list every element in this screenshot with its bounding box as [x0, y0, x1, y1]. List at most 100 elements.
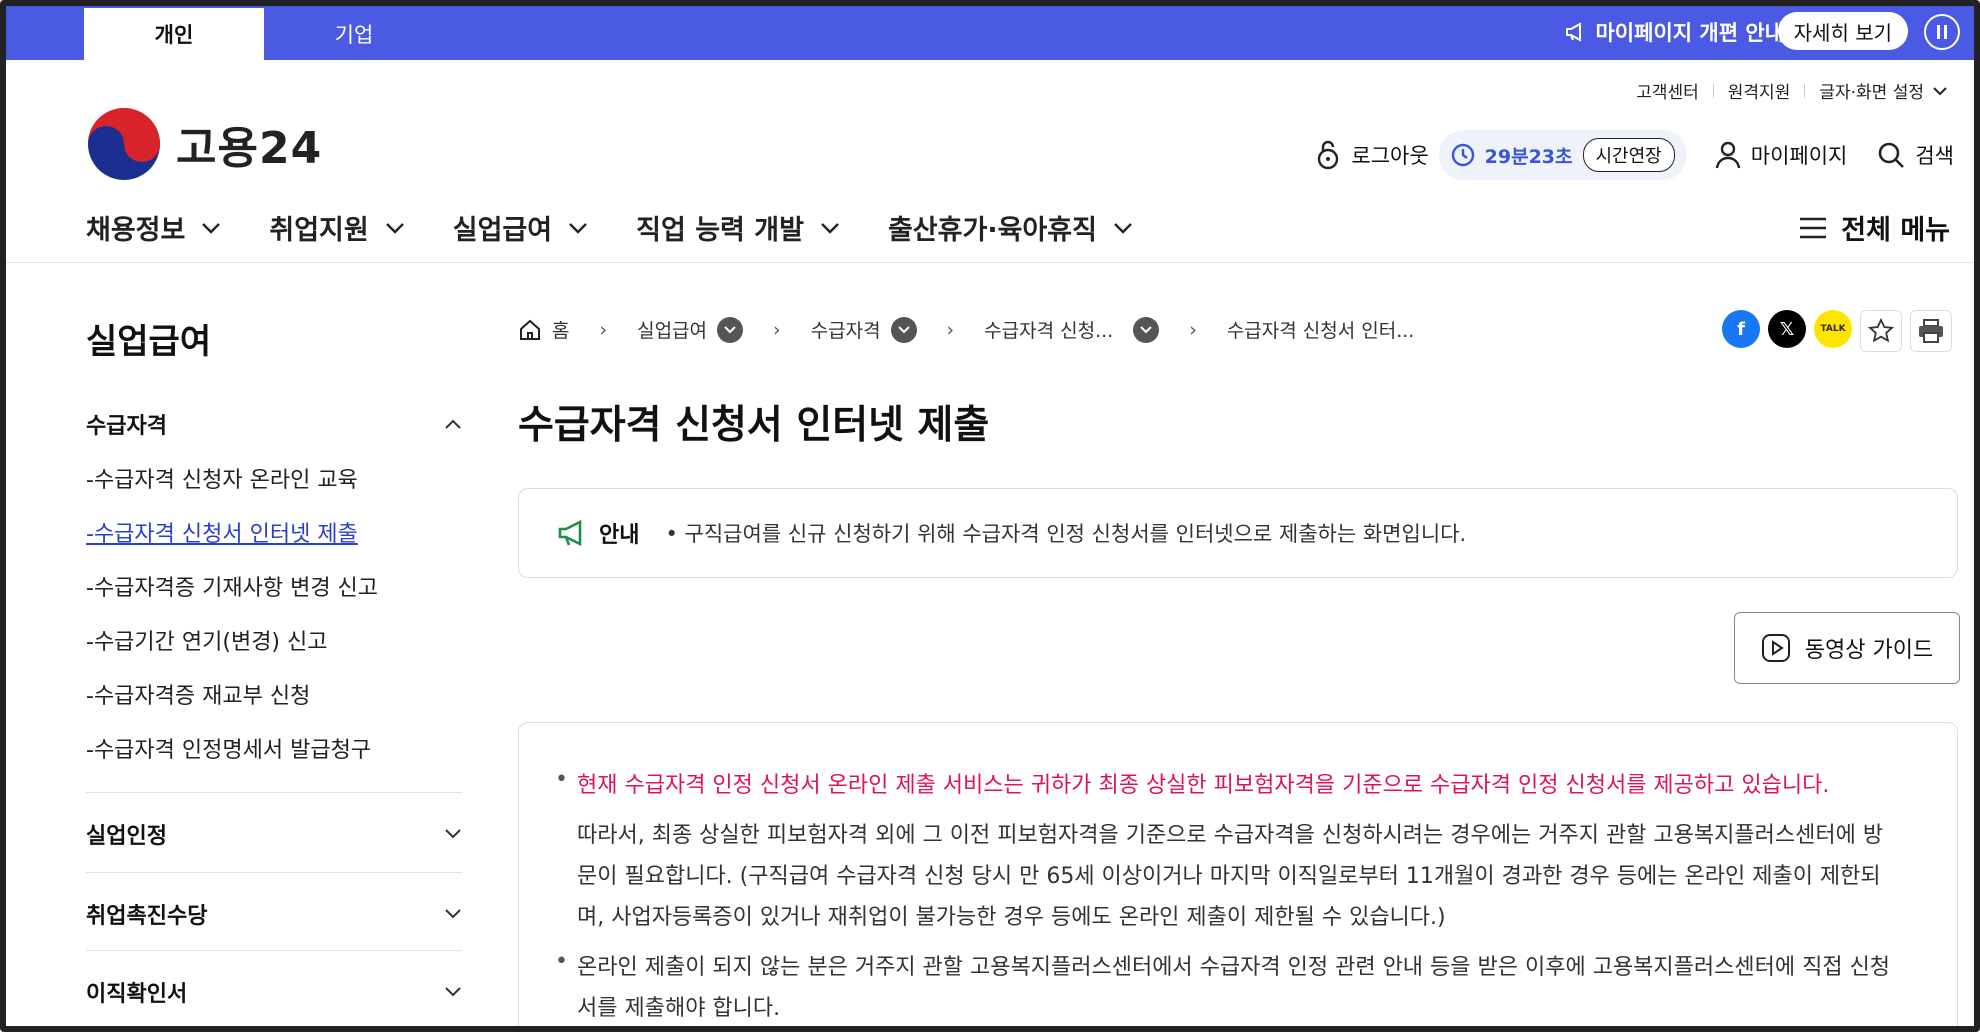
- chevron-down-icon: [569, 222, 587, 234]
- chevron-right-icon: ›: [599, 318, 608, 341]
- info-notice-box: 안내 • 구직급여를 신규 신청하기 위해 수급자격 인정 신청서를 인터넷으로…: [518, 488, 1958, 578]
- sidebar-item-certificate-request[interactable]: -수급자격 인정명세서 발급청구: [86, 732, 371, 764]
- logo-text: 고용24: [176, 123, 323, 174]
- chevron-down-icon: [445, 829, 461, 839]
- breadcrumb-application[interactable]: 수급자격 신청...: [984, 316, 1160, 343]
- breadcrumb-eligibility[interactable]: 수급자격: [811, 316, 917, 343]
- sidebar-section-label: 실업인정: [86, 824, 167, 849]
- detail-button[interactable]: 자세히 보기: [1777, 12, 1908, 50]
- sidebar-section-promotion-allowance[interactable]: 취업촉진수당: [86, 898, 462, 930]
- breadcrumb-label: 홈: [552, 320, 570, 342]
- bullet: •: [555, 767, 568, 792]
- sidebar-divider: [86, 792, 462, 793]
- star-icon[interactable]: [1860, 310, 1902, 352]
- breadcrumb-label: 실업급여: [637, 320, 708, 342]
- clock-icon: [1451, 143, 1474, 167]
- gnb-employment-support[interactable]: 취업지원: [269, 208, 404, 247]
- chevron-right-icon: ›: [773, 318, 781, 341]
- paragraph-line: 온라인 제출이 되지 않는 분은 거주지 관할 고용복지플러스센터에서 수급자격…: [577, 955, 1891, 980]
- gnb-jobs[interactable]: 채용정보: [86, 208, 221, 247]
- video-guide-button[interactable]: 동영상 가이드: [1734, 612, 1960, 684]
- sidebar-item-online-education[interactable]: -수급자격 신청자 온라인 교육: [86, 462, 358, 494]
- print-icon[interactable]: [1910, 310, 1952, 352]
- timer-value: 29분23초: [1484, 145, 1573, 168]
- sidebar-divider: [86, 950, 462, 951]
- paragraph-line: 따라서, 최종 상실한 피보험자격 외에 그 이전 피보험자격을 기준으로 수급…: [577, 823, 1884, 848]
- chevron-down-icon: [445, 987, 461, 997]
- taegeuk-logo-icon: [88, 108, 160, 180]
- sidebar-section-separation-certificate[interactable]: 이직확인서: [86, 976, 462, 1008]
- sidebar-section-label: 취업촉진수당: [86, 904, 208, 929]
- chevron-right-icon: ›: [946, 318, 955, 341]
- breadcrumb-label: 수급자격 신청서 인터...: [1226, 320, 1415, 342]
- info-label: 안내: [599, 523, 640, 548]
- all-menu-button[interactable]: 전체 메뉴: [1799, 208, 1950, 247]
- gnb-parental-leave-label: 출산휴가·육아휴직: [887, 215, 1097, 246]
- sidebar-section-label: 이직확인서: [86, 982, 188, 1007]
- bullet: •: [555, 949, 568, 974]
- gnb-skills-development-label: 직업 능력 개발: [636, 215, 804, 246]
- breadcrumb-home[interactable]: 홈: [518, 316, 569, 343]
- user-icon: [1715, 141, 1740, 169]
- sidebar-section-label: 수급자격: [86, 414, 167, 439]
- mypage-notice[interactable]: 마이페이지 개편 안내: [1565, 17, 1784, 47]
- breadcrumb-current: 수급자격 신청서 인터...: [1227, 316, 1415, 343]
- session-timer: 29분23초 시간연장: [1438, 130, 1687, 180]
- sidebar-item-period-extension[interactable]: -수급기간 연기(변경) 신고: [86, 624, 328, 656]
- gnb-skills-development[interactable]: 직업 능력 개발: [636, 208, 840, 247]
- paragraph-line: 서를 제출해야 합니다.: [577, 996, 781, 1021]
- chevron-down-icon: [1114, 222, 1132, 234]
- gnb-employment-support-label: 취업지원: [269, 215, 369, 246]
- sidebar-divider: [86, 872, 462, 873]
- facebook-icon[interactable]: f: [1722, 310, 1760, 348]
- logout-label: 로그아웃: [1351, 144, 1429, 168]
- chevron-down-icon: [1933, 86, 1947, 95]
- gnb-unemployment-benefits[interactable]: 실업급여: [453, 208, 588, 247]
- x-icon[interactable]: 𝕏: [1768, 310, 1806, 348]
- search-label: 검색: [1915, 144, 1954, 168]
- search-button[interactable]: 검색: [1877, 140, 1954, 170]
- header-divider: [6, 262, 1974, 263]
- sidebar-section-recognition[interactable]: 실업인정: [86, 818, 462, 850]
- hamburger-icon: [1800, 217, 1827, 238]
- search-icon: [1879, 142, 1905, 168]
- chevron-up-icon: [445, 419, 461, 429]
- sidebar-title: 실업급여: [86, 322, 212, 362]
- dropdown-icon[interactable]: [890, 316, 917, 343]
- sidebar-item-change-report[interactable]: -수급자격증 기재사항 변경 신고: [86, 570, 378, 602]
- display-settings-link[interactable]: 글자·화면 설정: [1819, 78, 1924, 103]
- extend-session-button[interactable]: 시간연장: [1582, 138, 1675, 172]
- megaphone-icon: [558, 519, 582, 547]
- tab-business[interactable]: 기업: [264, 8, 444, 60]
- paragraph-line: 문이 필요합니다. (구직급여 수급자격 신청 당시 만 65세 이상이거나 마…: [577, 864, 1881, 889]
- remote-support-link[interactable]: 원격지원: [1728, 78, 1791, 103]
- page-title: 수급자격 신청서 인터넷 제출: [518, 403, 990, 448]
- gnb-parental-leave[interactable]: 출산휴가·육아휴직: [888, 208, 1133, 247]
- mypage-link[interactable]: 마이페이지: [1715, 140, 1848, 170]
- kakaotalk-icon[interactable]: TALK: [1814, 310, 1852, 348]
- chevron-down-icon: [202, 222, 221, 234]
- logout-button[interactable]: 로그아웃: [1315, 140, 1429, 170]
- breadcrumb-label: 수급자격: [810, 320, 881, 342]
- mypage-label: 마이페이지: [1750, 144, 1848, 168]
- pause-button[interactable]: [1924, 14, 1960, 50]
- dropdown-icon[interactable]: [717, 316, 744, 343]
- mypage-notice-text: 마이페이지 개편 안내: [1595, 21, 1784, 45]
- video-guide-label: 동영상 가이드: [1804, 638, 1934, 663]
- sidebar-section-eligibility[interactable]: 수급자격: [86, 408, 462, 440]
- chevron-down-icon: [385, 222, 404, 234]
- sidebar-item-reissue[interactable]: -수급자격증 재교부 신청: [86, 678, 310, 710]
- customer-center-link[interactable]: 고객센터: [1636, 78, 1699, 103]
- gnb-jobs-label: 채용정보: [86, 215, 186, 246]
- breadcrumb-label: 수급자격 신청...: [984, 320, 1114, 342]
- home-icon: [520, 319, 540, 340]
- site-logo[interactable]: 고용24: [86, 106, 322, 182]
- page-frame: 개인 기업 마이페이지 개편 안내 자세히 보기 고객센터 원격지원 글자·화면…: [0, 0, 1980, 1032]
- breadcrumb-unemployment[interactable]: 실업급여: [637, 316, 744, 343]
- sidebar-item-application-submit[interactable]: -수급자격 신청서 인터넷 제출: [86, 516, 358, 548]
- tab-personal[interactable]: 개인: [84, 8, 264, 60]
- chevron-down-icon: [445, 909, 461, 919]
- utility-links: 고객센터 원격지원 글자·화면 설정: [1636, 78, 1948, 103]
- dropdown-icon[interactable]: [1133, 316, 1160, 343]
- chevron-right-icon: ›: [1189, 318, 1197, 341]
